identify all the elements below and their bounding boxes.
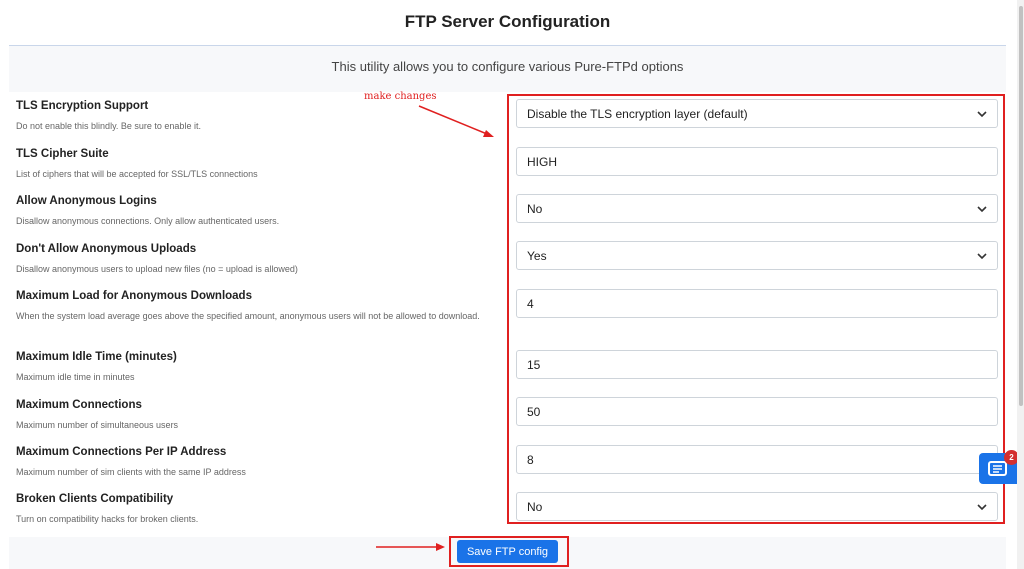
- arrow-head-icon: [483, 130, 494, 137]
- annotation-arrow: [418, 105, 488, 135]
- arrow-head-icon: [436, 543, 445, 551]
- scrollbar-thumb[interactable]: [1019, 6, 1023, 406]
- save-ftp-config-button[interactable]: Save FTP config: [457, 540, 558, 563]
- annotation-arrows: [376, 105, 494, 551]
